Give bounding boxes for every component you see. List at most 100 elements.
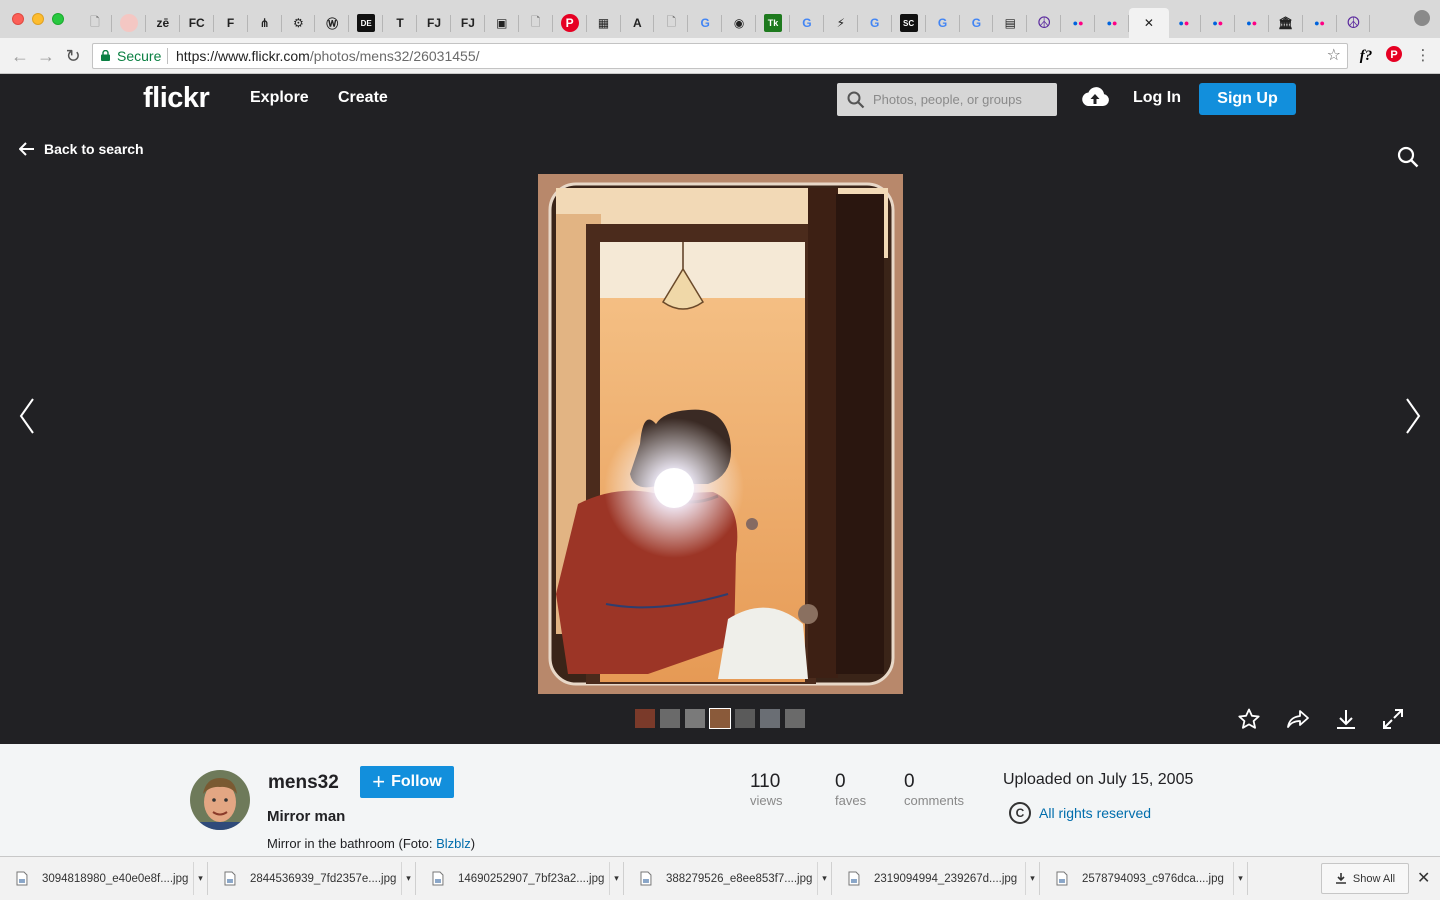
- back-arrow-icon[interactable]: ←: [10, 46, 30, 66]
- download-item[interactable]: 3094818980_e40e0e8f....jpg ▾: [4, 862, 208, 895]
- file-icon: [224, 871, 236, 886]
- browser-tab[interactable]: ▣: [485, 8, 519, 38]
- browser-tab[interactable]: ▦: [587, 8, 621, 38]
- photostream-thumbnail[interactable]: [735, 709, 755, 728]
- browser-tab[interactable]: G: [688, 8, 723, 38]
- browser-tab[interactable]: F: [214, 8, 248, 38]
- download-item[interactable]: 388279526_e8ee853f7....jpg ▾: [628, 862, 832, 895]
- window-close-button[interactable]: [12, 13, 24, 25]
- browser-tab[interactable]: ● ●: [1095, 8, 1129, 38]
- faves-label: faves: [835, 793, 867, 808]
- back-to-search-link[interactable]: Back to search: [19, 141, 144, 157]
- download-item[interactable]: 2844536939_7fd2357e....jpg ▾: [212, 862, 416, 895]
- browser-tab[interactable]: FJ: [451, 8, 485, 38]
- login-link[interactable]: Log In: [1133, 89, 1181, 107]
- close-tab-icon[interactable]: ✕: [1140, 14, 1158, 32]
- pinterest-extension-icon[interactable]: P: [1384, 46, 1404, 66]
- browser-tab[interactable]: G: [959, 8, 994, 38]
- browser-tab[interactable]: ⚡: [824, 8, 858, 38]
- browser-tab[interactable]: ✕: [1128, 8, 1169, 38]
- owner-name[interactable]: mens32: [268, 772, 339, 794]
- browser-tab[interactable]: ☮: [1027, 8, 1062, 38]
- browser-tab[interactable]: 🗋: [519, 8, 553, 38]
- browser-tab[interactable]: T: [383, 8, 418, 38]
- fullscreen-expand-icon[interactable]: [1381, 707, 1405, 736]
- description-link[interactable]: Blzblz: [436, 836, 471, 851]
- photostream-thumbnail[interactable]: [760, 709, 780, 728]
- photo-stage: Back to search: [0, 124, 1440, 744]
- window-minimize-button[interactable]: [32, 13, 44, 25]
- browser-tab[interactable]: ⋔: [248, 8, 282, 38]
- download-icon[interactable]: [1334, 707, 1358, 736]
- owner-avatar[interactable]: [190, 770, 250, 830]
- browser-tab[interactable]: ◉: [722, 8, 757, 38]
- browser-tab[interactable]: ▤: [993, 8, 1028, 38]
- download-item[interactable]: 14690252907_7bf23a2....jpg ▾: [420, 862, 624, 895]
- menu-kebab-icon[interactable]: ⋮: [1413, 46, 1433, 66]
- fave-star-icon[interactable]: [1237, 707, 1261, 736]
- download-menu-caret-icon[interactable]: ▾: [1025, 862, 1039, 895]
- photostream-thumbnail[interactable]: [709, 708, 731, 729]
- download-item[interactable]: 2319094994_239267d....jpg ▾: [836, 862, 1040, 895]
- lightbox-search-icon[interactable]: [1397, 146, 1419, 173]
- signup-button[interactable]: Sign Up: [1199, 83, 1296, 115]
- forward-arrow-icon[interactable]: →: [36, 46, 56, 66]
- browser-tab[interactable]: zē: [146, 8, 180, 38]
- address-bar[interactable]: Secure https://www.flickr.com/photos/men…: [92, 43, 1348, 69]
- photostream-thumbnail[interactable]: [660, 709, 680, 728]
- show-all-downloads-button[interactable]: Show All: [1321, 863, 1409, 894]
- browser-tab[interactable]: ● ●: [1061, 8, 1096, 38]
- photostream-thumbnail[interactable]: [685, 709, 705, 728]
- profile-icon[interactable]: [1414, 10, 1430, 26]
- photostream-thumbnail[interactable]: [785, 709, 805, 728]
- browser-tab[interactable]: Tk: [756, 8, 790, 38]
- reload-icon[interactable]: ↻: [63, 46, 83, 66]
- browser-tab[interactable]: ● ●: [1167, 8, 1201, 38]
- close-shelf-icon[interactable]: ✕: [1417, 868, 1430, 888]
- browser-tab[interactable]: SC: [892, 8, 926, 38]
- download-menu-caret-icon[interactable]: ▾: [817, 862, 831, 895]
- upload-cloud-icon[interactable]: [1080, 86, 1110, 113]
- browser-tab[interactable]: ● ●: [1201, 8, 1235, 38]
- next-photo-chevron-icon[interactable]: [1404, 396, 1422, 441]
- nav-explore[interactable]: Explore: [250, 89, 309, 107]
- browser-tab[interactable]: 🏛: [1269, 8, 1303, 38]
- follow-button[interactable]: + Follow: [360, 766, 454, 798]
- browser-tab[interactable]: FJ: [417, 8, 451, 38]
- download-menu-caret-icon[interactable]: ▾: [401, 862, 415, 895]
- previous-photo-chevron-icon[interactable]: [18, 396, 36, 441]
- browser-tab[interactable]: G: [926, 8, 960, 38]
- download-menu-caret-icon[interactable]: ▾: [193, 862, 207, 895]
- blue-favicon-icon: ▦: [597, 16, 610, 30]
- download-item[interactable]: 2578794093_c976dca....jpg ▾: [1044, 862, 1248, 895]
- browser-tab[interactable]: ⚙: [281, 8, 316, 38]
- download-menu-caret-icon[interactable]: ▾: [1233, 862, 1247, 895]
- browser-tab[interactable]: ● ●: [1235, 8, 1269, 38]
- browser-tab[interactable]: A: [620, 8, 655, 38]
- browser-tab[interactable]: DE: [349, 8, 384, 38]
- search-input[interactable]: [873, 83, 1053, 116]
- font-extension-icon[interactable]: f?: [1356, 46, 1376, 66]
- photostream-thumbnail[interactable]: [635, 709, 655, 728]
- browser-tab[interactable]: [112, 8, 146, 38]
- browser-tab[interactable]: ☮: [1336, 8, 1371, 38]
- nav-create[interactable]: Create: [338, 89, 388, 107]
- t-favicon-icon: T: [396, 16, 404, 30]
- main-photo[interactable]: [538, 174, 903, 694]
- browser-tab[interactable]: ● ●: [1303, 8, 1337, 38]
- license-link[interactable]: All rights reserved: [1039, 805, 1151, 821]
- browser-tab[interactable]: G: [790, 8, 824, 38]
- browser-tab[interactable]: FC: [180, 8, 214, 38]
- share-arrow-icon[interactable]: [1286, 707, 1310, 736]
- plus-icon: +: [372, 769, 386, 794]
- browser-tab[interactable]: 🗋: [654, 8, 689, 38]
- browser-tab[interactable]: Ⓦ: [315, 8, 350, 38]
- browser-tab[interactable]: P: [553, 8, 587, 38]
- flickr-logo[interactable]: flickr: [143, 82, 210, 115]
- window-zoom-button[interactable]: [52, 13, 64, 25]
- browser-tab[interactable]: 🗋: [78, 8, 112, 38]
- bookmark-star-icon[interactable]: ☆: [1327, 44, 1341, 68]
- browser-tab[interactable]: G: [858, 8, 892, 38]
- download-menu-caret-icon[interactable]: ▾: [609, 862, 623, 895]
- url-text: https://www.flickr.com/photos/mens32/260…: [176, 44, 480, 68]
